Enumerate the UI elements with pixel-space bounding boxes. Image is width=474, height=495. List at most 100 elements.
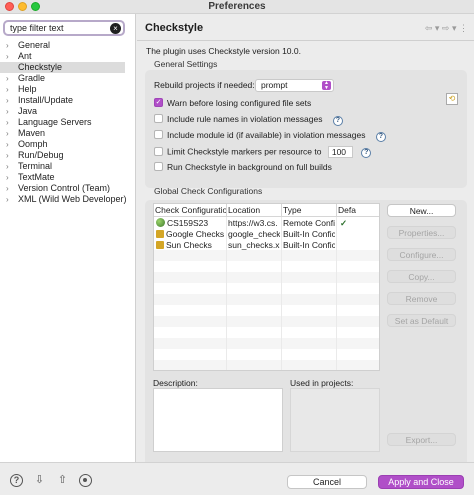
tree-item-label: Help xyxy=(18,84,37,94)
help-icon[interactable]: ? xyxy=(361,148,372,159)
cancel-button[interactable]: Cancel xyxy=(287,475,367,489)
preferences-tree-panel: type filter text × › General › Ant Checkstyl… xyxy=(0,14,136,462)
tree-item[interactable]: › General xyxy=(0,40,135,51)
chevron-right-icon[interactable]: › xyxy=(6,95,9,106)
help-icon[interactable]: ? xyxy=(375,132,386,142)
table-header: Check Configuratio Location Type Defa xyxy=(154,204,379,217)
column-header-name[interactable]: Check Configuratio xyxy=(154,204,227,217)
column-header-location[interactable]: Location xyxy=(227,204,282,217)
tree-item[interactable]: › TextMate xyxy=(0,172,135,183)
preferences-tree: › General › Ant Checkstyle › Gradle › Help › Insta… xyxy=(0,40,135,205)
tree-item[interactable]: › Oomph xyxy=(0,139,135,150)
checkbox-background[interactable] xyxy=(154,162,163,172)
table-row[interactable]: CS159S23 https://w3.cs. Remote Confi ✓ xyxy=(154,218,379,229)
configure-button[interactable]: Configure... xyxy=(387,248,456,261)
tree-item-label: Run/Debug xyxy=(18,150,64,160)
global-configurations-label: Global Check Configurations xyxy=(154,186,263,196)
tree-item-label: General xyxy=(18,40,51,50)
lock-icon xyxy=(156,241,164,249)
help-icon[interactable]: ? xyxy=(332,116,343,126)
export-button[interactable]: Export... xyxy=(387,433,456,446)
used-in-projects-box xyxy=(290,388,380,452)
option-rule-names[interactable]: Include rule names in violation messages… xyxy=(154,114,343,126)
help-icon[interactable]: ? xyxy=(10,474,23,487)
nav-arrows[interactable]: ⇦ ▾ ⇨ ▾ ⋮ xyxy=(425,23,468,34)
export-icon[interactable]: ⇧ xyxy=(56,474,69,487)
tree-item[interactable]: › Ant xyxy=(0,51,135,62)
tree-item-label: Version Control (Team) xyxy=(18,183,111,193)
remove-button[interactable]: Remove xyxy=(387,292,456,305)
copy-button[interactable]: Copy... xyxy=(387,270,456,283)
cell-name: Sun Checks xyxy=(156,240,226,251)
cell-name: Google Checks xyxy=(156,229,226,240)
tree-item[interactable]: › Maven xyxy=(0,128,135,139)
chevron-right-icon[interactable]: › xyxy=(6,194,9,205)
tree-item[interactable]: › Language Servers xyxy=(0,117,135,128)
chevron-updown-icon: ▲ ▼ xyxy=(322,81,331,90)
tree-item[interactable]: › XML (Wild Web Developer) xyxy=(0,194,135,205)
checkbox-limit[interactable] xyxy=(154,146,163,156)
chevron-right-icon[interactable]: › xyxy=(6,172,9,183)
chevron-right-icon[interactable]: › xyxy=(6,84,9,95)
tree-item[interactable]: › Java xyxy=(0,106,135,117)
chevron-right-icon[interactable]: › xyxy=(6,128,9,139)
config-table[interactable]: Check Configuratio Location Type Defa CS… xyxy=(153,203,380,371)
option-background-label: Run Checkstyle in background on full bui… xyxy=(167,162,332,172)
tree-item[interactable]: › Run/Debug xyxy=(0,150,135,161)
checkbox-module-id[interactable] xyxy=(154,130,163,140)
new-button[interactable]: New... xyxy=(387,204,456,217)
apply-and-close-button[interactable]: Apply and Close xyxy=(378,475,464,489)
tree-item-label: Language Servers xyxy=(18,117,92,127)
rebuild-select[interactable]: prompt ▲ ▼ xyxy=(255,79,334,92)
chevron-right-icon[interactable]: › xyxy=(6,73,9,84)
refresh-icon[interactable]: ⟲ xyxy=(446,93,458,105)
tree-item[interactable]: Checkstyle xyxy=(0,62,125,73)
import-icon[interactable]: ⇩ xyxy=(33,474,46,487)
properties-button[interactable]: Properties... xyxy=(387,226,456,239)
cell-default xyxy=(340,240,379,251)
chevron-right-icon[interactable]: › xyxy=(6,40,9,51)
option-warn[interactable]: ✓ Warn before losing configured file sets xyxy=(154,98,311,109)
tree-item[interactable]: › Version Control (Team) xyxy=(0,183,135,194)
clear-icon[interactable]: × xyxy=(110,23,121,34)
chevron-right-icon[interactable]: › xyxy=(6,51,9,62)
column-header-type[interactable]: Type xyxy=(282,204,337,217)
tree-item-label: Ant xyxy=(18,51,32,61)
cell-default: ✓ xyxy=(340,218,348,228)
record-icon[interactable] xyxy=(79,474,92,487)
tree-item[interactable]: › Install/Update xyxy=(0,95,135,106)
limit-input[interactable]: 100 xyxy=(327,146,353,158)
column-header-default[interactable]: Defa xyxy=(337,204,379,217)
tree-item-label: XML (Wild Web Developer) xyxy=(18,194,127,204)
general-settings-label: General Settings xyxy=(154,59,218,69)
filter-input[interactable]: type filter text × xyxy=(3,20,125,36)
chevron-right-icon[interactable]: › xyxy=(6,183,9,194)
chevron-right-icon[interactable]: › xyxy=(6,106,9,117)
chevron-right-icon[interactable]: › xyxy=(6,150,9,161)
option-limit[interactable]: Limit Checkstyle markers per resource to… xyxy=(154,146,372,159)
checkbox-rule-names[interactable] xyxy=(154,114,163,124)
tree-item[interactable]: › Help xyxy=(0,84,135,95)
chevron-right-icon[interactable]: › xyxy=(6,117,9,128)
table-row[interactable]: Google Checks google_check Built-In Confic xyxy=(154,229,379,240)
set-default-button[interactable]: Set as Default xyxy=(387,314,456,327)
tree-item-label: Java xyxy=(18,106,38,116)
option-rule-names-label: Include rule names in violation messages xyxy=(167,114,323,124)
option-module-id[interactable]: Include module id (if available) in viol… xyxy=(154,130,386,142)
tree-item[interactable]: › Terminal xyxy=(0,161,135,172)
chevron-right-icon[interactable]: › xyxy=(6,139,9,150)
rebuild-label: Rebuild projects if needed: xyxy=(154,80,255,90)
option-background[interactable]: Run Checkstyle in background on full bui… xyxy=(154,162,332,173)
table-row[interactable]: Sun Checks sun_checks.x Built-In Confic xyxy=(154,240,379,251)
chevron-right-icon[interactable]: › xyxy=(6,161,9,172)
tree-item-label: Checkstyle xyxy=(18,62,63,72)
checkbox-warn[interactable]: ✓ xyxy=(154,98,163,108)
cell-name-text: Google Checks xyxy=(166,229,225,239)
footer: ? ⇩ ⇧ Cancel Apply and Close xyxy=(0,462,474,495)
cell-location: sun_checks.x xyxy=(228,240,280,250)
tree-item[interactable]: › Gradle xyxy=(0,73,135,84)
tree-item-label: Terminal xyxy=(18,161,53,171)
tree-item-label: Gradle xyxy=(18,73,46,83)
title-bar: Preferences xyxy=(0,0,474,14)
tree-item-label: Maven xyxy=(18,128,46,138)
